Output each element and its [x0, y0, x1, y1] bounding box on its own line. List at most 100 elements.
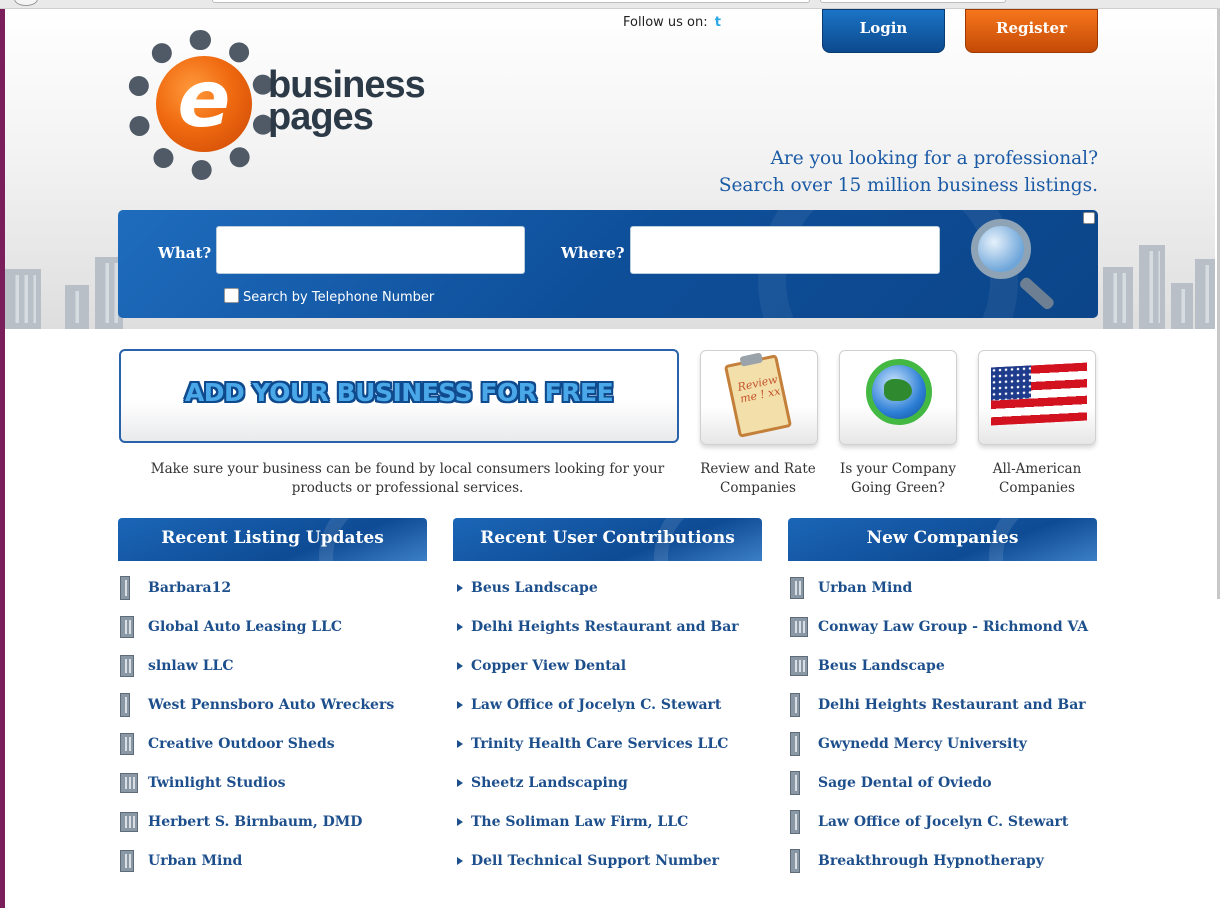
where-input[interactable] [630, 226, 940, 274]
add-business-button[interactable]: ADD YOUR BUSINESS FOR FREE [119, 349, 679, 443]
arrow-right-icon [457, 817, 463, 826]
building-icon [120, 615, 134, 638]
green-tile[interactable] [839, 350, 957, 445]
recycle-globe-icon [866, 359, 932, 425]
building-icon [790, 692, 800, 717]
american-tile[interactable] [978, 350, 1096, 445]
building-icon [120, 654, 134, 677]
listing-link[interactable]: Global Auto Leasing LLC [148, 619, 342, 635]
list-item: Twinlight Studios [120, 763, 440, 802]
list-item: Sheetz Landscaping [457, 763, 777, 802]
listing-link[interactable]: Barbara12 [148, 580, 231, 596]
list-item: Delhi Heights Restaurant and Bar [457, 607, 777, 646]
list-item: Breakthrough Hypnotherapy [790, 841, 1110, 880]
login-button[interactable]: Login [822, 9, 945, 53]
contribution-link[interactable]: The Soliman Law Firm, LLC [471, 814, 688, 830]
building-icon [790, 770, 800, 795]
what-input[interactable] [216, 226, 525, 274]
browser-address-bar[interactable] [212, 0, 810, 3]
review-tile[interactable]: Review me ! xx [700, 350, 818, 445]
what-label: What? [158, 244, 212, 262]
arrow-right-icon [457, 661, 463, 670]
flag-canton [991, 365, 1031, 401]
list-item: Urban Mind [790, 568, 1110, 607]
tagline: Are you looking for a professional? Sear… [719, 145, 1098, 199]
city-skyline [1195, 259, 1215, 329]
arrow-right-icon [457, 622, 463, 631]
list-item: Creative Outdoor Sheds [120, 724, 440, 763]
browser-search-bar[interactable] [820, 0, 1006, 3]
listing-link[interactable]: slnlaw LLC [148, 658, 234, 674]
where-label: Where? [561, 244, 625, 262]
new-companies-list: Urban Mind Conway Law Group - Richmond V… [790, 568, 1110, 880]
building-icon [120, 575, 130, 600]
telephone-search-option[interactable]: Search by Telephone Number [224, 288, 434, 305]
list-item: Barbara12 [120, 568, 440, 607]
contribution-link[interactable]: Sheetz Landscaping [471, 775, 628, 791]
list-item: Gwynedd Mercy University [790, 724, 1110, 763]
contribution-link[interactable]: Beus Landscape [471, 580, 598, 596]
contribution-link[interactable]: Law Office of Jocelyn C. Stewart [471, 697, 721, 713]
building-icon [120, 811, 138, 832]
listing-link[interactable]: West Pennsboro Auto Wreckers [148, 697, 394, 713]
american-caption[interactable]: All-American Companies [972, 460, 1102, 498]
browser-toolbar [0, 0, 1220, 9]
logo-word-pages: pages [268, 96, 374, 138]
company-link[interactable]: Conway Law Group - Richmond VA [818, 619, 1088, 635]
browser-back-button[interactable] [14, 0, 38, 6]
corner-checkbox[interactable] [1083, 212, 1095, 224]
follow-label: Follow us on: [623, 15, 708, 30]
list-item: Beus Landscape [457, 568, 777, 607]
company-link[interactable]: Breakthrough Hypnotherapy [818, 853, 1044, 869]
twitter-icon[interactable]: t [715, 15, 721, 30]
building-icon [790, 731, 800, 756]
listing-link[interactable]: Urban Mind [148, 853, 242, 869]
site-logo[interactable]: e business pages [118, 20, 428, 195]
search-button[interactable] [968, 216, 1078, 312]
listing-link[interactable]: Twinlight Studios [148, 775, 285, 791]
clipboard-clamp [739, 352, 764, 367]
recent-listing-updates-list: Barbara12 Global Auto Leasing LLC slnlaw… [120, 568, 440, 880]
search-panel: What? Where? Search by Telephone Number [118, 210, 1098, 318]
list-item: Global Auto Leasing LLC [120, 607, 440, 646]
list-item: Dell Technical Support Number [457, 841, 777, 880]
building-icon [120, 732, 134, 755]
company-link[interactable]: Urban Mind [818, 580, 912, 596]
company-link[interactable]: Sage Dental of Oviedo [818, 775, 992, 791]
company-link[interactable]: Delhi Heights Restaurant and Bar [818, 697, 1086, 713]
city-skyline [5, 269, 41, 329]
arrow-right-icon [457, 739, 463, 748]
contribution-link[interactable]: Delhi Heights Restaurant and Bar [471, 619, 739, 635]
building-icon [790, 655, 808, 676]
add-business-label: ADD YOUR BUSINESS FOR FREE [184, 378, 614, 407]
arrow-right-icon [457, 856, 463, 865]
recent-user-contributions-list: Beus Landscape Delhi Heights Restaurant … [457, 568, 777, 880]
company-link[interactable]: Beus Landscape [818, 658, 945, 674]
add-business-description: Make sure your business can be found by … [150, 461, 665, 496]
list-item: Delhi Heights Restaurant and Bar [790, 685, 1110, 724]
city-skyline [1139, 245, 1165, 329]
listing-link[interactable]: Creative Outdoor Sheds [148, 736, 335, 752]
tagline-line-1: Are you looking for a professional? [770, 148, 1098, 169]
company-link[interactable]: Law Office of Jocelyn C. Stewart [818, 814, 1068, 830]
contribution-link[interactable]: Trinity Health Care Services LLC [471, 736, 728, 752]
listing-link[interactable]: Herbert S. Birnbaum, DMD [148, 814, 362, 830]
american-flag-icon [991, 362, 1087, 426]
list-item: Sage Dental of Oviedo [790, 763, 1110, 802]
arrow-right-icon [457, 583, 463, 592]
register-button[interactable]: Register [965, 9, 1098, 53]
telephone-checkbox[interactable] [224, 288, 239, 303]
company-link[interactable]: Gwynedd Mercy University [818, 736, 1027, 752]
building-icon [120, 849, 134, 872]
new-companies-heading: New Companies [788, 518, 1097, 561]
recent-listing-updates-heading: Recent Listing Updates [118, 518, 427, 561]
contribution-link[interactable]: Copper View Dental [471, 658, 626, 674]
arrow-right-icon [457, 778, 463, 787]
green-caption[interactable]: Is your Company Going Green? [833, 460, 963, 498]
arrow-right-icon [457, 700, 463, 709]
review-caption[interactable]: Review and Rate Companies [693, 460, 823, 498]
list-item: slnlaw LLC [120, 646, 440, 685]
list-item: Law Office of Jocelyn C. Stewart [457, 685, 777, 724]
list-item: Conway Law Group - Richmond VA [790, 607, 1110, 646]
contribution-link[interactable]: Dell Technical Support Number [471, 853, 719, 869]
